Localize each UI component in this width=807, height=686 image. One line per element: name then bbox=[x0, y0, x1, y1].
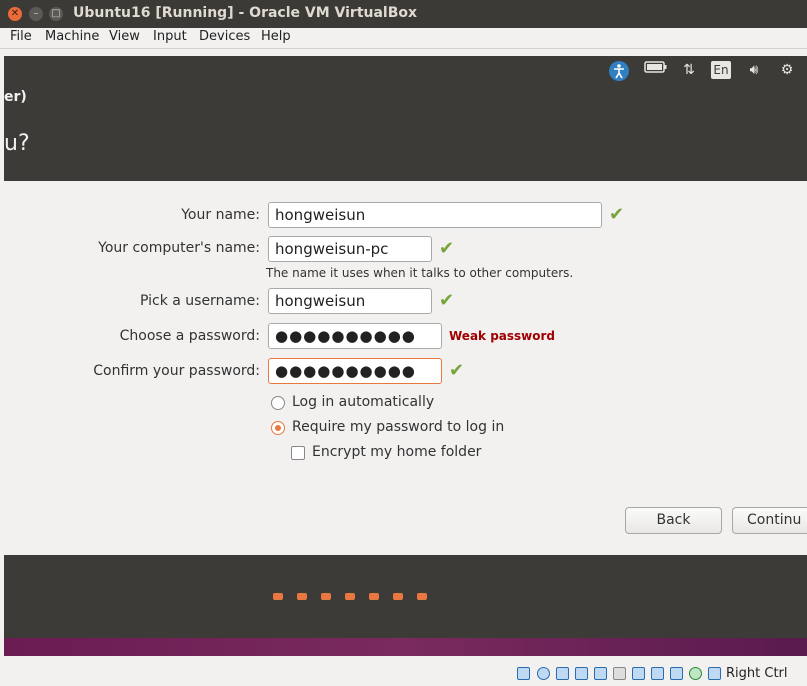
optical-drive-icon[interactable] bbox=[537, 667, 550, 680]
progress-dot bbox=[417, 593, 427, 600]
computer-name-label: Your computer's name: bbox=[98, 240, 260, 256]
progress-dot bbox=[345, 593, 355, 600]
menu-input[interactable]: Input bbox=[153, 29, 187, 44]
minimize-icon[interactable]: – bbox=[29, 7, 43, 21]
username-valid-check-icon: ✔ bbox=[439, 290, 455, 311]
menubar: File Machine View Input Devices Help bbox=[0, 28, 807, 49]
close-icon[interactable]: ✕ bbox=[8, 7, 22, 21]
vbox-statusbar: Right Ctrl bbox=[0, 656, 807, 686]
require-password-label[interactable]: Require my password to log in bbox=[292, 419, 504, 435]
installer-header: er) u? bbox=[4, 84, 807, 181]
display-icon[interactable] bbox=[632, 667, 645, 680]
keyboard-capture-icon[interactable] bbox=[708, 667, 721, 680]
progress-dot bbox=[321, 593, 331, 600]
name-valid-check-icon: ✔ bbox=[609, 204, 625, 225]
vm-display[interactable]: ⇅ En 🔊︎ ⚙ er) u? Your name: hongweisun ✔… bbox=[4, 56, 807, 656]
desktop-wallpaper-strip bbox=[4, 638, 807, 656]
progress-dot bbox=[297, 593, 307, 600]
maximize-icon[interactable]: □ bbox=[49, 7, 63, 21]
your-name-label: Your name: bbox=[181, 207, 260, 223]
menu-file[interactable]: File bbox=[10, 29, 32, 44]
back-button[interactable]: Back bbox=[625, 507, 722, 534]
window-title: Ubuntu16 [Running] - Oracle VM VirtualBo… bbox=[73, 5, 418, 21]
progress-dot bbox=[393, 593, 403, 600]
computer-name-valid-check-icon: ✔ bbox=[439, 238, 455, 259]
computer-name-hint: The name it uses when it talks to other … bbox=[266, 266, 574, 280]
menu-machine[interactable]: Machine bbox=[45, 29, 99, 44]
encrypt-home-label[interactable]: Encrypt my home folder bbox=[312, 444, 481, 460]
password-label: Choose a password: bbox=[119, 328, 260, 344]
progress-dot bbox=[273, 593, 283, 600]
menu-view[interactable]: View bbox=[109, 29, 140, 44]
menu-help[interactable]: Help bbox=[261, 29, 291, 44]
require-password-radio[interactable] bbox=[271, 421, 285, 435]
username-input[interactable]: hongweisun bbox=[268, 288, 432, 314]
computer-name-input[interactable]: hongweisun-pc bbox=[268, 236, 432, 262]
continue-button[interactable]: Continu bbox=[732, 507, 807, 534]
audio-icon[interactable] bbox=[556, 667, 569, 680]
guest-additions-icon[interactable] bbox=[689, 667, 702, 680]
confirm-password-label: Confirm your password: bbox=[93, 363, 260, 379]
network-adapter-icon[interactable] bbox=[575, 667, 588, 680]
video-capture-icon[interactable] bbox=[651, 667, 664, 680]
username-label: Pick a username: bbox=[139, 293, 260, 309]
shared-folders-icon[interactable] bbox=[613, 667, 626, 680]
progress-dot bbox=[369, 593, 379, 600]
network-icon[interactable]: ⇅ bbox=[678, 60, 700, 80]
virtualization-icon[interactable] bbox=[670, 667, 683, 680]
page-title: u? bbox=[4, 131, 30, 156]
menu-devices[interactable]: Devices bbox=[199, 29, 250, 44]
keyboard-language-indicator[interactable]: En bbox=[711, 61, 731, 79]
login-automatically-label[interactable]: Log in automatically bbox=[292, 394, 434, 410]
guest-top-panel: ⇅ En 🔊︎ ⚙ bbox=[4, 56, 807, 84]
encrypt-home-checkbox[interactable] bbox=[291, 446, 305, 460]
accessibility-icon[interactable] bbox=[608, 60, 630, 81]
login-automatically-radio[interactable] bbox=[271, 396, 285, 410]
hard-disk-icon[interactable] bbox=[517, 667, 530, 680]
usb-icon[interactable] bbox=[594, 667, 607, 680]
confirm-valid-check-icon: ✔ bbox=[449, 360, 465, 381]
password-strength: Weak password bbox=[449, 329, 556, 343]
confirm-password-input[interactable]: ●●●●●●●●●● bbox=[268, 358, 442, 384]
gear-icon[interactable]: ⚙ bbox=[776, 60, 798, 80]
header-subtitle: er) bbox=[4, 89, 27, 105]
your-name-input[interactable]: hongweisun bbox=[268, 202, 602, 228]
host-key-label: Right Ctrl bbox=[726, 666, 788, 681]
install-progress-area bbox=[4, 555, 807, 638]
window-titlebar: ✕ – □ Ubuntu16 [Running] - Oracle VM Vir… bbox=[0, 0, 807, 28]
password-input[interactable]: ●●●●●●●●●● bbox=[268, 323, 442, 349]
volume-icon[interactable]: 🔊︎ bbox=[743, 60, 765, 80]
battery-icon[interactable] bbox=[642, 60, 670, 80]
